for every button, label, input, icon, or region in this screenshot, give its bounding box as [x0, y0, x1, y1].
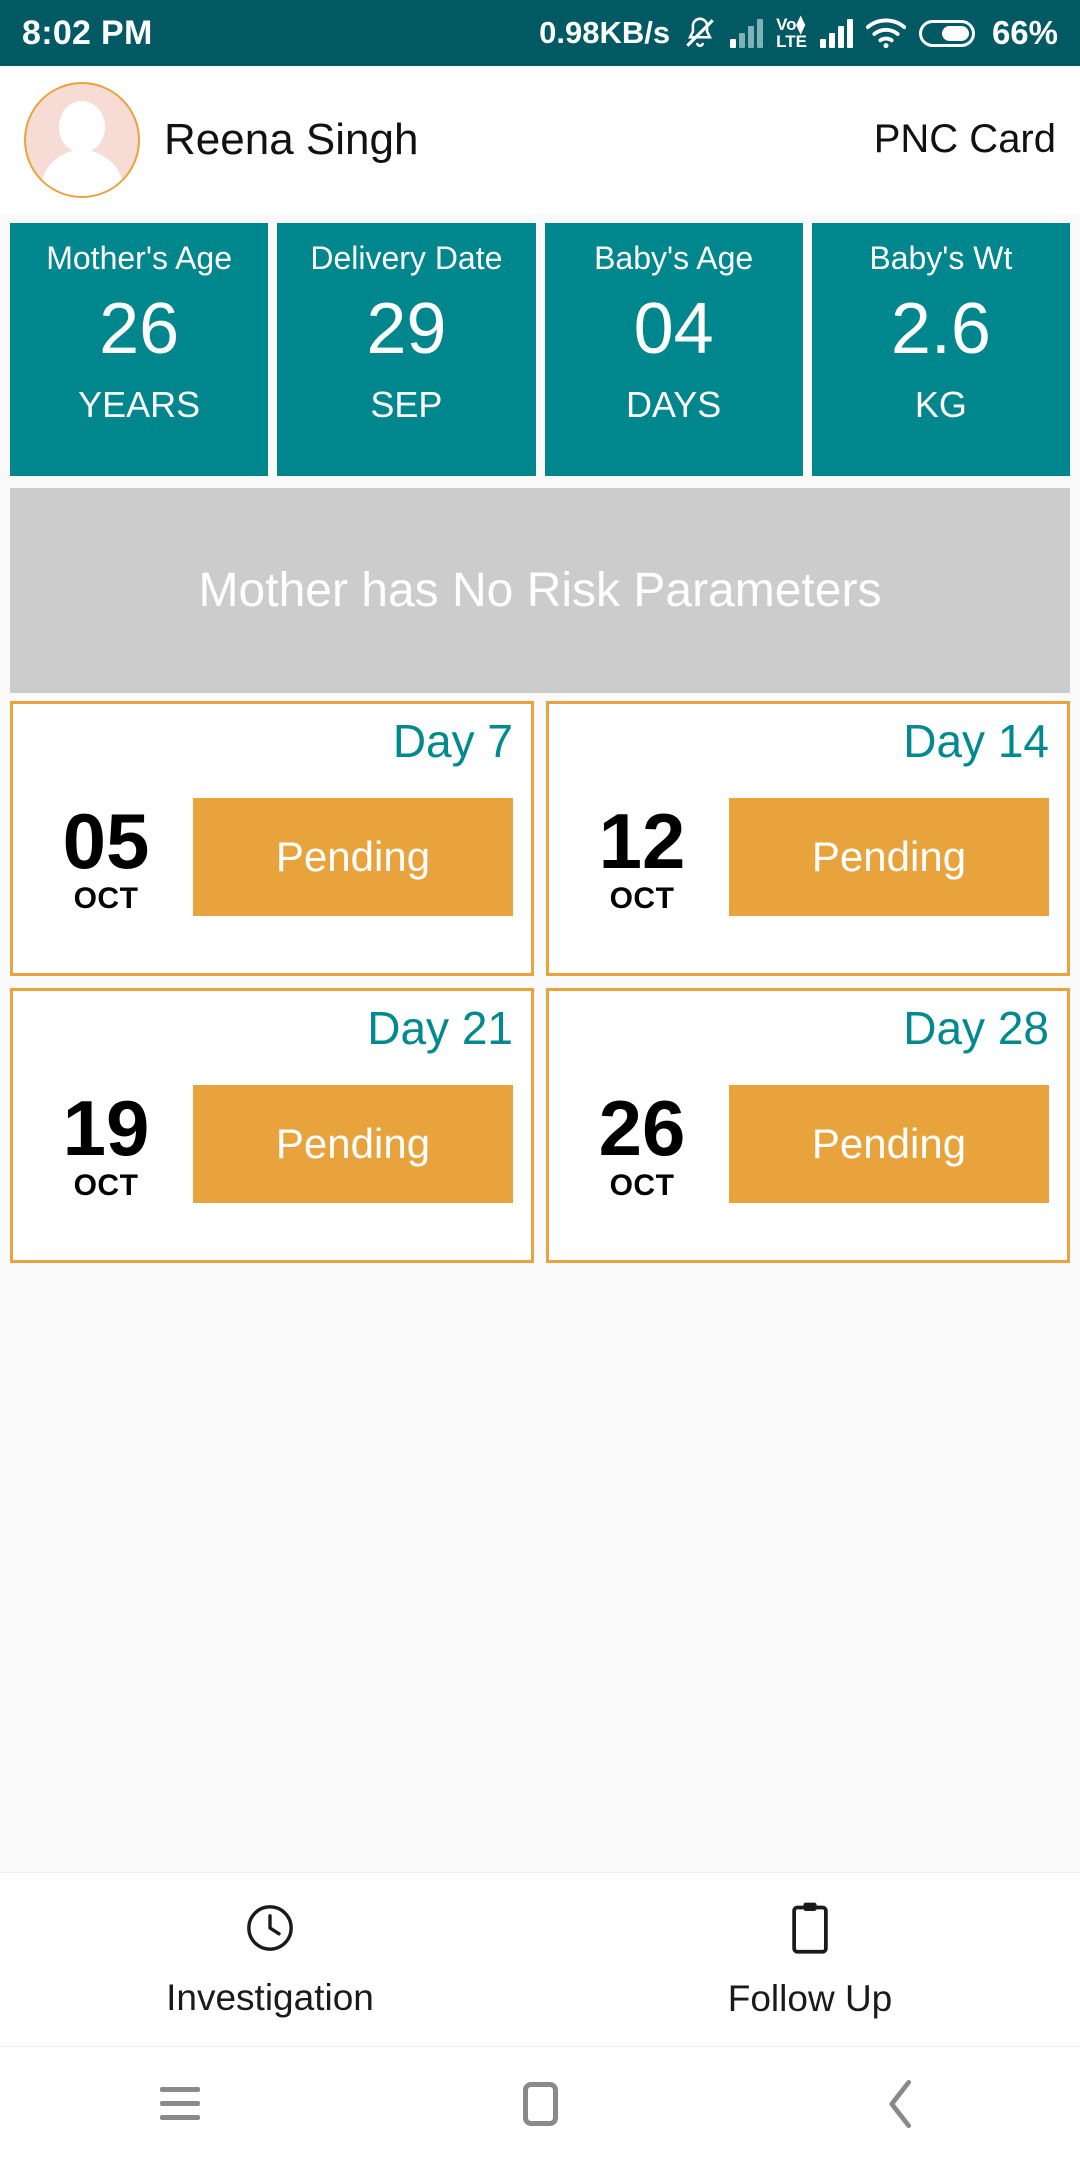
- home-square-icon[interactable]: [480, 2047, 600, 2160]
- bell-muted-icon: [683, 15, 717, 51]
- stat-unit: KG: [914, 383, 967, 425]
- visit-date-month: OCT: [609, 882, 675, 915]
- visit-card-body: 19 OCT Pending: [31, 1085, 513, 1203]
- stat-tile-babys-weight[interactable]: Baby's Wt 2.6 KG: [811, 223, 1070, 476]
- volte-bottom-text: LTE: [776, 32, 807, 51]
- avatar-body-shape: [40, 149, 124, 196]
- header-left-group: Reena Singh: [24, 81, 419, 198]
- page-title: Reena Singh: [164, 114, 419, 164]
- visit-card-body: 26 OCT Pending: [567, 1085, 1049, 1203]
- visit-date-block: 12 OCT: [567, 796, 717, 916]
- avatar[interactable]: [24, 81, 140, 198]
- stat-tile-babys-age[interactable]: Baby's Age 04 DAYS: [544, 223, 803, 476]
- signal-bars-icon-2: [819, 18, 853, 48]
- visit-date-month: OCT: [73, 882, 139, 915]
- stat-title: Baby's Wt: [869, 240, 1013, 276]
- patient-header: Reena Singh PNC Card: [0, 66, 1080, 213]
- stat-title: Mother's Age: [46, 240, 232, 276]
- app-screen: 8:02 PM 0.98KB/s Vo⧫ LTE 66% Reena Singh…: [0, 0, 1080, 2160]
- stats-row: Mother's Age 26 YEARS Delivery Date 29 S…: [0, 223, 1080, 476]
- stat-value: 26: [99, 289, 180, 370]
- visit-date-number: 05: [62, 796, 150, 885]
- visit-date-month: OCT: [73, 1169, 139, 1202]
- visit-date-block: 05 OCT: [31, 796, 181, 916]
- visit-card-row-1: Day 7 05 OCT Pending Day 14 12 OCT Pendi…: [10, 701, 1070, 976]
- visit-day-label: Day 21: [367, 1002, 513, 1054]
- visit-card-day-21[interactable]: Day 21 19 OCT Pending: [10, 988, 534, 1263]
- stat-tile-mothers-age[interactable]: Mother's Age 26 YEARS: [10, 223, 269, 476]
- visit-status-badge[interactable]: Pending: [193, 798, 513, 916]
- visit-card-day-7[interactable]: Day 7 05 OCT Pending: [10, 701, 534, 976]
- stat-unit: SEP: [370, 383, 443, 425]
- stat-unit: DAYS: [625, 383, 722, 425]
- visit-date-month: OCT: [609, 1169, 675, 1202]
- visit-day-label: Day 28: [903, 1002, 1049, 1054]
- clock-icon: [243, 1901, 297, 1955]
- visit-day-label: Day 7: [392, 715, 513, 767]
- visit-status-badge[interactable]: Pending: [193, 1085, 513, 1203]
- stat-value: 29: [366, 289, 447, 370]
- status-bar: 8:02 PM 0.98KB/s Vo⧫ LTE 66%: [0, 0, 1080, 66]
- risk-banner: Mother has No Risk Parameters: [10, 488, 1070, 693]
- wifi-icon: [865, 18, 906, 48]
- visit-card-day-28[interactable]: Day 28 26 OCT Pending: [546, 988, 1070, 1263]
- stat-value: 04: [633, 289, 714, 370]
- visit-day-label: Day 14: [903, 715, 1049, 767]
- risk-banner-text: Mother has No Risk Parameters: [198, 564, 882, 617]
- status-bar-indicators: 0.98KB/s Vo⧫ LTE 66%: [539, 14, 1058, 52]
- volte-indicator: Vo⧫ LTE: [776, 16, 807, 50]
- bottom-action-bar: Investigation Follow Up: [0, 1872, 1080, 2046]
- menu-icon[interactable]: [120, 2047, 240, 2160]
- bottom-item-label: Follow Up: [727, 1977, 893, 2019]
- signal-bars-icon-1: [730, 18, 764, 48]
- android-nav-bar: [0, 2046, 1080, 2160]
- visit-date-number: 19: [62, 1083, 150, 1172]
- stat-value: 2.6: [890, 289, 991, 370]
- visit-date-block: 26 OCT: [567, 1083, 717, 1203]
- stat-title: Delivery Date: [310, 240, 503, 276]
- bottom-item-investigation[interactable]: Investigation: [0, 1873, 540, 2046]
- visit-card-body: 05 OCT Pending: [31, 798, 513, 916]
- avatar-head-shape: [59, 100, 105, 153]
- clipboard-icon: [784, 1900, 836, 1956]
- content-spacer: [0, 1275, 1080, 1872]
- stat-tile-delivery-date[interactable]: Delivery Date 29 SEP: [277, 223, 536, 476]
- bottom-item-follow-up[interactable]: Follow Up: [540, 1873, 1080, 2046]
- visit-card-row-2: Day 21 19 OCT Pending Day 28 26 OCT Pend…: [10, 988, 1070, 1263]
- status-bar-clock: 8:02 PM: [22, 13, 153, 52]
- visit-date-number: 26: [598, 1083, 686, 1172]
- visit-status-badge[interactable]: Pending: [729, 798, 1049, 916]
- visit-card-body: 12 OCT Pending: [567, 798, 1049, 916]
- visit-cards-section: Day 7 05 OCT Pending Day 14 12 OCT Pendi…: [0, 693, 1080, 1275]
- stat-unit: YEARS: [78, 383, 201, 425]
- volte-top-text: Vo⧫: [776, 15, 805, 34]
- battery-percent-text: 66%: [991, 14, 1058, 51]
- card-type-label: PNC Card: [873, 117, 1056, 161]
- bottom-item-label: Investigation: [166, 1976, 374, 2018]
- visit-status-badge[interactable]: Pending: [729, 1085, 1049, 1203]
- visit-card-day-14[interactable]: Day 14 12 OCT Pending: [546, 701, 1070, 976]
- visit-date-number: 12: [598, 796, 686, 885]
- network-speed-text: 0.98KB/s: [539, 15, 671, 50]
- stat-title: Baby's Age: [594, 240, 754, 276]
- battery-icon: [918, 19, 975, 47]
- back-chevron-icon[interactable]: [840, 2047, 960, 2160]
- visit-date-block: 19 OCT: [31, 1083, 181, 1203]
